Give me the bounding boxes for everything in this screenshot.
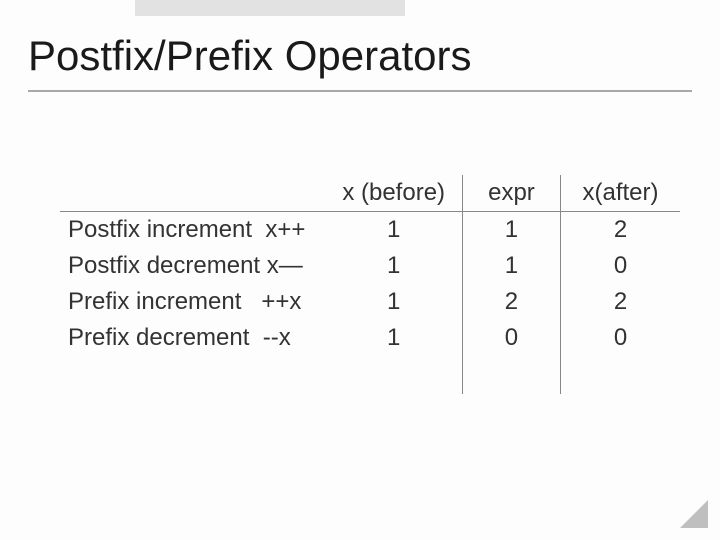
header-blank: [60, 175, 325, 212]
table-row: Prefix decrement --x 1 0 0: [60, 320, 680, 356]
row-label: Prefix increment ++x: [60, 284, 325, 320]
table-container: x (before) expr x(after) Postfix increme…: [60, 175, 680, 394]
cell-after: 0: [560, 320, 680, 356]
cell-before: 1: [325, 320, 462, 356]
table-row: Prefix increment ++x 1 2 2: [60, 284, 680, 320]
cell-expr: 1: [462, 212, 560, 249]
table-row: Postfix decrement x— 1 1 0: [60, 248, 680, 284]
row-label: Postfix increment x++: [60, 212, 325, 249]
title-underline: [28, 90, 692, 92]
cell-before: 1: [325, 248, 462, 284]
header-before: x (before): [325, 175, 462, 212]
cell-after: 2: [560, 212, 680, 249]
slide: Postfix/Prefix Operators x (before) expr…: [0, 0, 720, 540]
row-label: Prefix decrement --x: [60, 320, 325, 356]
operators-table: x (before) expr x(after) Postfix increme…: [60, 175, 680, 394]
cell-expr: 1: [462, 248, 560, 284]
cell-after: 2: [560, 284, 680, 320]
corner-decoration-icon: [680, 500, 708, 528]
separator-extension: [60, 356, 680, 394]
header-expr: expr: [462, 175, 560, 212]
cell-expr: 0: [462, 320, 560, 356]
cell-before: 1: [325, 284, 462, 320]
top-accent-bar: [135, 0, 405, 16]
table-header-row: x (before) expr x(after): [60, 175, 680, 212]
slide-title: Postfix/Prefix Operators: [28, 32, 471, 80]
cell-expr: 2: [462, 284, 560, 320]
header-after: x(after): [560, 175, 680, 212]
cell-before: 1: [325, 212, 462, 249]
table-row: Postfix increment x++ 1 1 2: [60, 212, 680, 249]
row-label: Postfix decrement x—: [60, 248, 325, 284]
cell-after: 0: [560, 248, 680, 284]
